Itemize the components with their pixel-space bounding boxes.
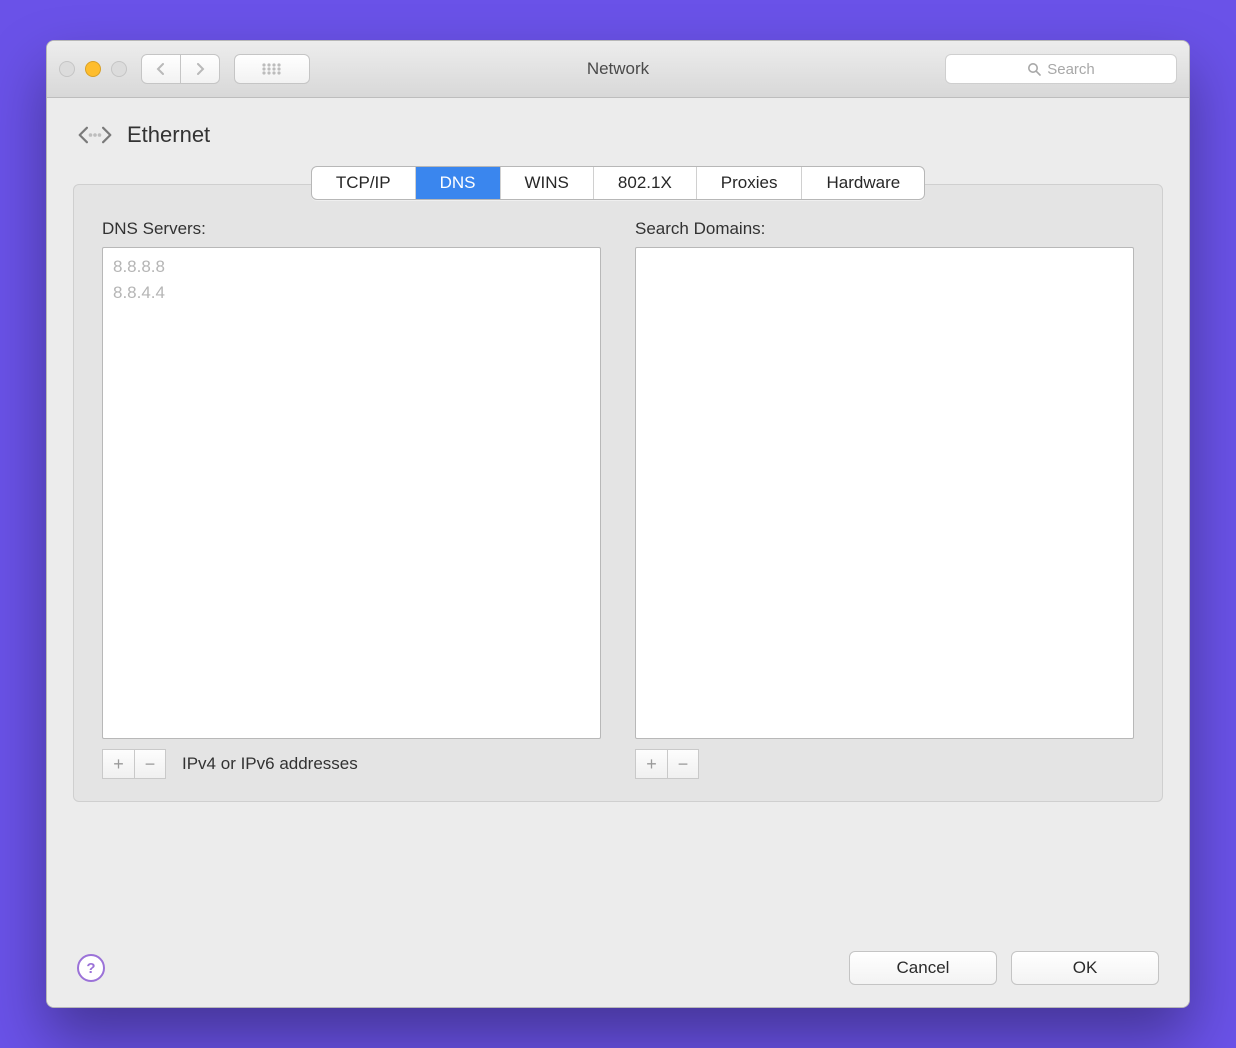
grid-icon	[261, 62, 283, 76]
dns-entry[interactable]: 8.8.4.4	[113, 280, 590, 306]
dns-add-remove: + −	[102, 749, 166, 779]
search-icon	[1027, 62, 1041, 76]
chevron-left-icon	[156, 63, 166, 75]
forward-button[interactable]	[180, 54, 220, 84]
tab-wins[interactable]: WINS	[501, 167, 594, 199]
dns-remove-button[interactable]: −	[134, 749, 166, 779]
tab-8021x[interactable]: 802.1X	[594, 167, 697, 199]
dns-column: DNS Servers: 8.8.8.88.8.4.4 + − IPv4 or …	[102, 219, 601, 779]
search-placeholder: Search	[1047, 61, 1095, 78]
dns-servers-list[interactable]: 8.8.8.88.8.4.4	[102, 247, 601, 739]
content-area: Ethernet TCP/IPDNSWINS802.1XProxiesHardw…	[47, 98, 1189, 1007]
zoom-window-button[interactable]	[111, 61, 127, 77]
cancel-button[interactable]: Cancel	[849, 951, 997, 985]
minimize-window-button[interactable]	[85, 61, 101, 77]
dns-entry[interactable]: 8.8.8.8	[113, 254, 590, 280]
ethernet-icon	[77, 123, 113, 147]
tab-proxies[interactable]: Proxies	[697, 167, 803, 199]
search-field[interactable]: Search	[945, 54, 1177, 84]
window-control-buttons	[59, 61, 127, 77]
tab-dns[interactable]: DNS	[416, 167, 501, 199]
footer: ? Cancel OK	[73, 931, 1163, 1007]
dns-panel: DNS Servers: 8.8.8.88.8.4.4 + − IPv4 or …	[73, 184, 1163, 802]
tabs: TCP/IPDNSWINS802.1XProxiesHardware	[73, 166, 1163, 200]
dns-add-button[interactable]: +	[102, 749, 134, 779]
search-domains-column: Search Domains: + −	[635, 219, 1134, 779]
interface-header: Ethernet	[77, 122, 1163, 148]
titlebar: Network Search	[47, 41, 1189, 98]
domains-add-remove: + −	[635, 749, 699, 779]
tab-hardware[interactable]: Hardware	[802, 167, 924, 199]
help-button[interactable]: ?	[77, 954, 105, 982]
chevron-right-icon	[195, 63, 205, 75]
interface-name: Ethernet	[127, 122, 210, 148]
search-domains-list[interactable]	[635, 247, 1134, 739]
preferences-window: Network Search Ethernet TCP/IPDNSWINS802…	[46, 40, 1190, 1008]
domains-add-button[interactable]: +	[635, 749, 667, 779]
search-domains-label: Search Domains:	[635, 219, 1134, 239]
ok-button[interactable]: OK	[1011, 951, 1159, 985]
domains-remove-button[interactable]: −	[667, 749, 699, 779]
show-all-button[interactable]	[234, 54, 310, 84]
nav-buttons	[141, 54, 220, 84]
close-window-button[interactable]	[59, 61, 75, 77]
dns-servers-label: DNS Servers:	[102, 219, 601, 239]
back-button[interactable]	[141, 54, 181, 84]
dns-hint: IPv4 or IPv6 addresses	[182, 754, 358, 774]
tab-tcpip[interactable]: TCP/IP	[312, 167, 416, 199]
